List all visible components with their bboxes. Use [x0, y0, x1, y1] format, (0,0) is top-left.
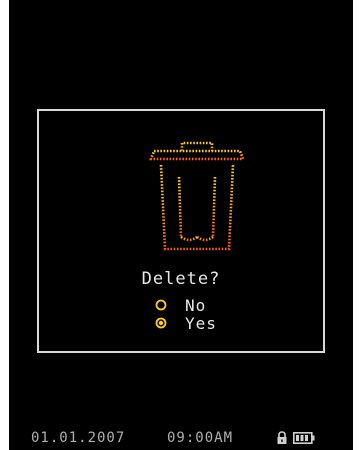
delete-prompt: Delete?	[141, 269, 221, 289]
status-bar: 01.01.2007 09:00AM	[9, 426, 353, 450]
option-no-label: No	[185, 295, 207, 315]
device-screen: Delete? No Yes 01.01.2007 09:00AM	[9, 0, 353, 450]
radio-unselected-icon[interactable]	[155, 299, 167, 311]
status-time: 09:00AM	[167, 430, 234, 446]
radio-selected-icon[interactable]	[155, 317, 167, 329]
delete-confirm-dialog: Delete? No Yes	[37, 109, 325, 353]
option-yes-label: Yes	[185, 313, 217, 333]
status-date: 01.01.2007	[31, 430, 126, 446]
battery-icon	[293, 432, 315, 444]
option-no[interactable]: No	[155, 295, 207, 315]
trash-can-icon	[149, 141, 245, 251]
lock-icon	[277, 431, 287, 444]
option-yes[interactable]: Yes	[155, 313, 217, 333]
